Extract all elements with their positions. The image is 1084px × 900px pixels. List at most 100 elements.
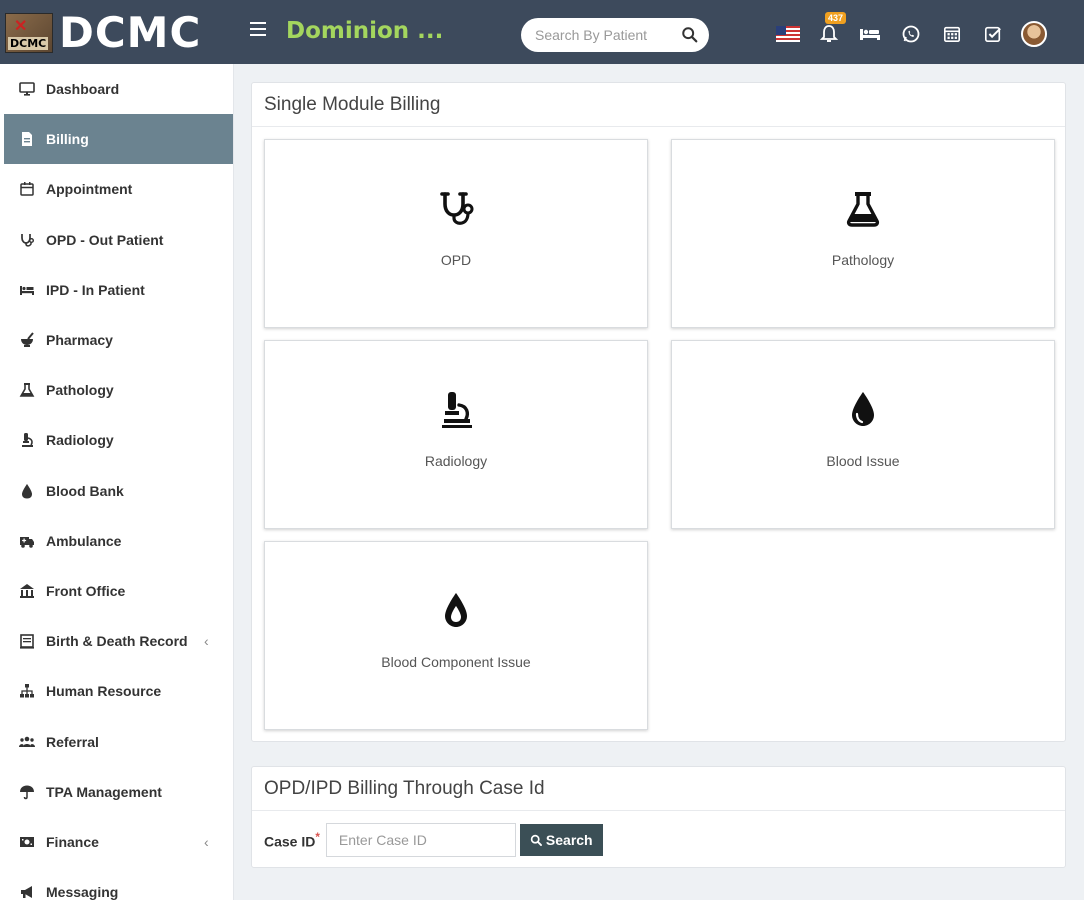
bed-icon[interactable] (856, 20, 884, 48)
sidebar-item-pathology[interactable]: Pathology (0, 365, 233, 415)
bed-icon (18, 281, 36, 299)
file-icon (18, 130, 36, 148)
sidebar-item-label: Pathology (46, 382, 114, 399)
search-button-label: Search (545, 832, 593, 848)
sidebar-item-label: Billing (46, 131, 89, 148)
tile-label: Pathology (831, 252, 895, 268)
chevron-left-icon: ‹ (204, 833, 209, 850)
billing-tile-opd[interactable]: OPD (264, 139, 648, 328)
stethoscope-icon (18, 231, 36, 249)
sidebar-item-label: IPD - In Patient (46, 281, 145, 298)
case-id-label: Case ID* (264, 831, 320, 850)
sidebar-item-label: OPD - Out Patient (46, 231, 164, 248)
microscope-icon (265, 389, 647, 431)
sidebar-item-referral[interactable]: Referral (0, 716, 233, 766)
language-flag-icon[interactable] (774, 20, 802, 48)
billing-tile-blood-issue[interactable]: Blood Issue (671, 340, 1055, 529)
tile-label: Blood Component Issue (381, 654, 531, 670)
sidebar-item-pharmacy[interactable]: Pharmacy (0, 315, 233, 365)
panel-title: Single Module Billing (252, 83, 1065, 127)
sidebar-item-blood-bank[interactable]: Blood Bank (0, 466, 233, 516)
case-search-button[interactable]: Search (519, 824, 603, 856)
sidebar-item-finance[interactable]: Finance ‹ (0, 817, 233, 867)
calendar-icon[interactable] (938, 20, 966, 48)
sidebar-item-label: Dashboard (46, 81, 120, 98)
billing-tile-blood-component-issue[interactable]: Blood Component Issue (264, 541, 648, 730)
sidebar-item-label: Birth & Death Record (46, 633, 188, 650)
sidebar-item-label: Human Resource (46, 683, 162, 700)
sidebar-item-label: Messaging (46, 884, 119, 900)
microscope-icon (18, 431, 36, 449)
sidebar: Dashboard Billing Appointment OPD - Out Pat… (0, 64, 234, 900)
single-module-billing-panel: Single Module Billing OPD Pathology Radi… (251, 82, 1066, 742)
logo-tag: DCMC (8, 37, 49, 50)
sidebar-item-label: TPA Management (46, 783, 162, 800)
bullhorn-icon (18, 883, 36, 900)
search-icon (530, 834, 542, 846)
sidebar-item-label: Radiology (46, 432, 114, 449)
task-check-icon[interactable] (979, 20, 1007, 48)
panel-title: OPD/IPD Billing Through Case Id (252, 767, 1065, 811)
sidebar-item-messaging[interactable]: Messaging (0, 867, 233, 900)
stethoscope-icon (265, 188, 647, 230)
header-icons: 437 (774, 12, 1061, 48)
tile-label: OPD (440, 252, 472, 268)
whatsapp-icon[interactable] (897, 20, 925, 48)
logo-image: ✕ DCMC (5, 13, 53, 53)
search-icon[interactable] (681, 26, 699, 44)
sidebar-toggle-button[interactable] (250, 22, 266, 42)
sidebar-item-label: Pharmacy (46, 332, 113, 349)
top-header: ✕ DCMC DCMC Dominion ... 437 (0, 0, 1084, 64)
sidebar-item-label: Blood Bank (46, 482, 124, 499)
building-icon (18, 582, 36, 600)
umbrella-icon (18, 783, 36, 801)
sidebar-item-dashboard[interactable]: Dashboard (0, 64, 233, 114)
logo[interactable]: ✕ DCMC DCMC (5, 10, 201, 56)
sidebar-item-ipd-in-patient[interactable]: IPD - In Patient (0, 265, 233, 315)
patient-search (521, 18, 709, 52)
billing-tile-radiology[interactable]: Radiology (264, 340, 648, 529)
sidebar-item-label: Ambulance (46, 532, 122, 549)
case-id-label-text: Case ID (264, 833, 316, 850)
notification-bell-icon[interactable]: 437 (815, 12, 847, 48)
drop-icon (18, 482, 36, 500)
case-id-row: Case ID* Search (264, 823, 603, 857)
sidebar-item-label: Finance (46, 833, 99, 850)
book-icon (18, 632, 36, 650)
sidebar-item-birth-death-record[interactable]: Birth & Death Record ‹ (0, 616, 233, 666)
sitemap-icon (18, 682, 36, 700)
hospital-name: Dominion ... (286, 18, 444, 44)
sidebar-item-human-resource[interactable]: Human Resource (0, 666, 233, 716)
drop-icon (672, 389, 1054, 431)
sidebar-item-label: Front Office (46, 582, 126, 599)
chevron-left-icon: ‹ (204, 633, 209, 650)
logo-text: DCMC (59, 8, 202, 57)
money-icon (18, 833, 36, 851)
sidebar-item-appointment[interactable]: Appointment (0, 164, 233, 214)
notification-count-badge: 437 (825, 12, 847, 24)
sidebar-item-label: Referral (46, 733, 99, 750)
sidebar-item-radiology[interactable]: Radiology (0, 415, 233, 465)
sidebar-item-opd-out-patient[interactable]: OPD - Out Patient (0, 215, 233, 265)
logo-cross-icon: ✕ (14, 18, 28, 35)
sidebar-item-front-office[interactable]: Front Office (0, 566, 233, 616)
sidebar-item-label: Appointment (46, 181, 133, 198)
case-id-input[interactable] (325, 823, 516, 857)
users-icon (18, 733, 36, 751)
patient-search-input[interactable] (535, 27, 681, 43)
calendar-icon (18, 180, 36, 198)
flask-icon (672, 188, 1054, 230)
tile-label: Radiology (424, 453, 488, 469)
ambulance-icon (18, 532, 36, 550)
case-id-billing-panel: OPD/IPD Billing Through Case Id Case ID*… (251, 766, 1066, 868)
sidebar-item-ambulance[interactable]: Ambulance (0, 516, 233, 566)
tile-label: Blood Issue (826, 453, 900, 469)
billing-tile-pathology[interactable]: Pathology (671, 139, 1055, 328)
user-avatar[interactable] (1020, 20, 1048, 48)
drop-outline-icon (265, 590, 647, 632)
mortar-icon (18, 331, 36, 349)
sidebar-item-tpa-management[interactable]: TPA Management (0, 767, 233, 817)
required-mark: * (315, 830, 320, 844)
monitor-icon (18, 80, 36, 98)
sidebar-item-billing[interactable]: Billing (4, 114, 233, 165)
